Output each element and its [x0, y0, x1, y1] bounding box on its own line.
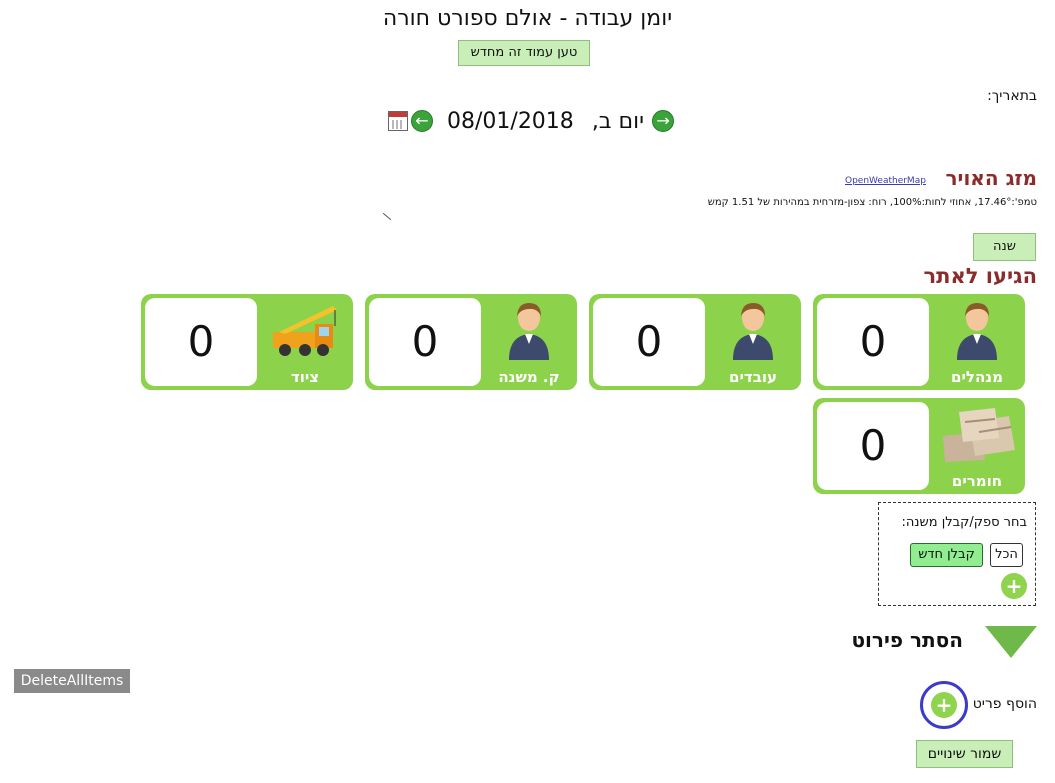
calendar-icon[interactable] [388, 111, 408, 131]
prev-day-arrow-icon[interactable]: ← [411, 110, 433, 132]
weather-title: מזג האויר [945, 166, 1037, 190]
weather-provider-link[interactable]: OpenWeatherMap [845, 176, 926, 186]
new-subcontractor-button[interactable]: קבלן חדש [910, 543, 983, 567]
card-materials[interactable]: 0 חומרים [813, 398, 1025, 494]
workers-label: עובדים [729, 368, 777, 386]
page-title: יומן עבודה - אולם ספורט חורה [382, 6, 673, 31]
materials-label: חומרים [951, 472, 1003, 490]
equipment-count: 0 [145, 298, 257, 386]
hide-details-label[interactable]: הסתר פירוט [851, 628, 963, 652]
supplier-selection-box: בחר ספק/קבלן משנה: הכל קבלן חדש + [878, 502, 1036, 606]
collapse-triangle-icon[interactable] [985, 626, 1037, 658]
subcontractors-count: 0 [369, 298, 481, 386]
weather-details: טמפ':17.46°, אחוזי לחות:100%, רוח: צפון-… [707, 197, 1037, 208]
current-day: יום ב, [591, 108, 645, 134]
subcontractors-label: ק. משנה [498, 368, 560, 386]
add-item-plus-icon[interactable]: + [931, 692, 957, 718]
supplier-label: בחר ספק/קבלן משנה: [901, 515, 1027, 530]
card-managers[interactable]: 0 מנהלים [813, 294, 1025, 390]
date-label: בתאריך: [987, 88, 1037, 104]
date-navigation: ← 08/01/2018 יום ב, → [388, 104, 675, 138]
reload-page-button[interactable]: טען עמוד זה מחדש [458, 40, 590, 66]
crane-truck-icon [273, 306, 337, 356]
workers-count: 0 [593, 298, 705, 386]
filter-all-button[interactable]: הכל [990, 543, 1023, 567]
equipment-label: ציוד [290, 368, 320, 386]
managers-count: 0 [817, 298, 929, 386]
person-icon [957, 303, 997, 360]
delete-all-items-button[interactable]: DeleteAllItems [14, 669, 130, 693]
arrived-title: הגיעו לאתר [923, 264, 1037, 288]
person-icon [733, 303, 773, 360]
person-icon [509, 303, 549, 360]
add-item-label: הוסף פריט [972, 696, 1037, 712]
card-equipment[interactable]: 0 ציוד [141, 294, 353, 390]
stray-mark [382, 212, 392, 221]
managers-label: מנהלים [951, 368, 1003, 386]
next-day-arrow-icon[interactable]: → [652, 110, 675, 132]
change-button[interactable]: שנה [973, 233, 1036, 261]
cement-bags-icon [943, 408, 1015, 462]
add-supplier-plus-icon[interactable]: + [1001, 573, 1027, 599]
current-date: 08/01/2018 [447, 108, 574, 134]
card-subcontractors[interactable]: 0 ק. משנה [365, 294, 577, 390]
materials-count: 0 [817, 402, 929, 490]
save-changes-button[interactable]: שמור שינויים [916, 740, 1013, 768]
card-workers[interactable]: 0 עובדים [589, 294, 801, 390]
